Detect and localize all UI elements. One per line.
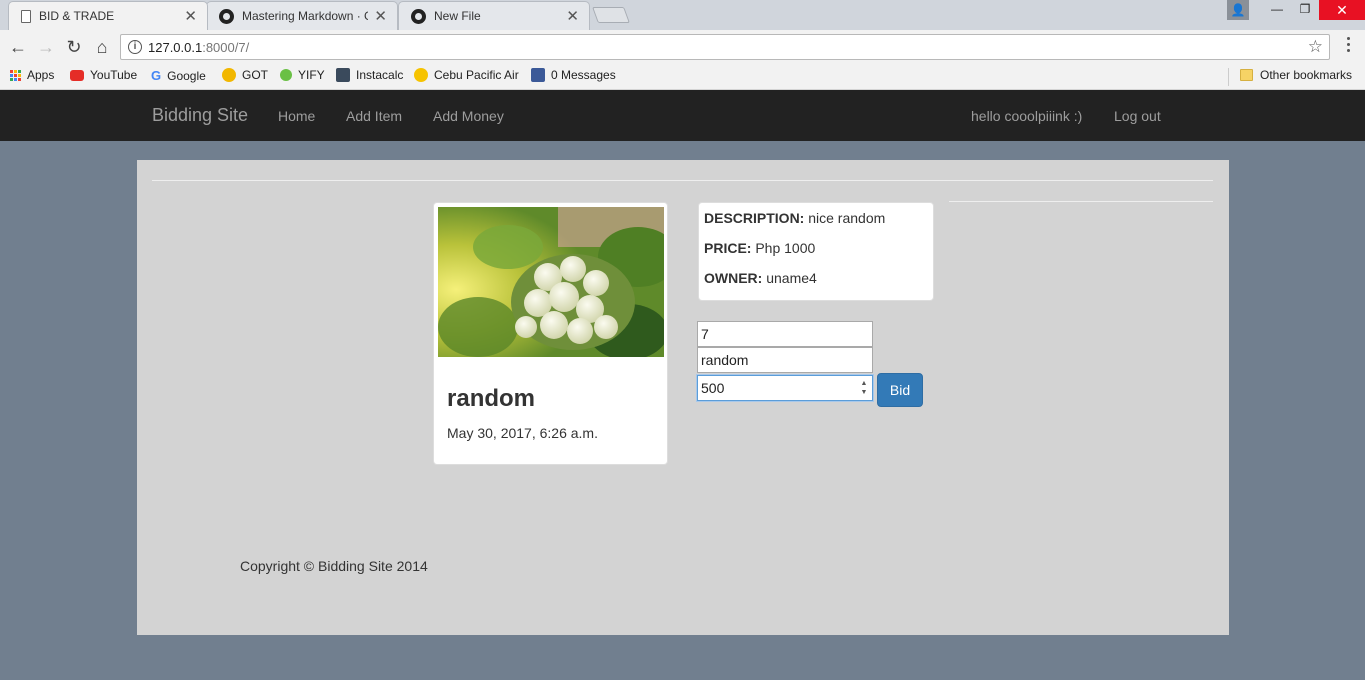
bookmark-yify[interactable]: YIFY (280, 68, 325, 82)
url-path: :8000/7/ (202, 40, 250, 55)
bookmark-label: Apps (27, 68, 55, 82)
owner-label: OWNER: (704, 270, 763, 286)
new-tab-button[interactable] (592, 7, 630, 23)
tab-mastering-markdown[interactable]: Mastering Markdown · G ✕ (206, 1, 398, 30)
browser-tab-strip: BID & TRADE ✕ Mastering Markdown · G ✕ N… (0, 0, 1365, 30)
instacalc-icon (336, 68, 350, 82)
bookmark-label: Google (167, 68, 206, 83)
nav-home[interactable]: Home (278, 108, 315, 124)
folder-icon (1240, 69, 1253, 81)
bookmark-youtube[interactable]: YouTube (70, 68, 137, 82)
description-label: DESCRIPTION: (704, 210, 805, 226)
site-navbar: Bidding Site Home Add Item Add Money hel… (0, 90, 1365, 141)
number-spinner[interactable]: ▲ ▼ (858, 379, 870, 398)
nav-log-out[interactable]: Log out (1114, 108, 1161, 124)
description-value: nice random (808, 210, 886, 226)
nav-add-money[interactable]: Add Money (433, 108, 504, 124)
tab-title: BID & TRADE (39, 9, 115, 23)
price-row: PRICE: Php 1000 (704, 240, 815, 256)
brand-link[interactable]: Bidding Site (152, 105, 248, 126)
bookmark-label: YouTube (90, 68, 138, 82)
bid-button[interactable]: Bid (877, 373, 923, 407)
forward-arrow-icon[interactable]: → (35, 36, 57, 58)
bid-amount-value: 500 (701, 380, 725, 396)
bid-amount-field[interactable]: 500 ▲ ▼ (697, 375, 873, 401)
bookmark-label: Instacalc (356, 68, 404, 82)
google-icon: G (151, 68, 162, 83)
item-details-card: DESCRIPTION: nice random PRICE: Php 1000… (698, 202, 934, 301)
nav-add-item[interactable]: Add Item (346, 108, 402, 124)
yify-icon (280, 69, 292, 81)
item-name-field[interactable]: random (697, 347, 873, 373)
bookmark-label: GOT (242, 68, 268, 82)
browser-toolbar: ← → ↻ ⌂ i 127.0.0.1:8000/7/ ☆ (0, 30, 1365, 64)
divider (949, 201, 1213, 202)
url-host: 127.0.0.1 (148, 40, 203, 55)
close-icon[interactable]: ✕ (184, 7, 197, 25)
divider (152, 180, 1213, 181)
footer-copyright: Copyright © Bidding Site 2014 (240, 558, 428, 574)
bookmark-facebook[interactable]: 0 Messages (531, 68, 616, 82)
item-date: May 30, 2017, 6:26 a.m. (447, 425, 598, 441)
bookmark-apps[interactable]: Apps (10, 68, 54, 82)
user-greeting: hello cooolpiiink :) (971, 108, 1083, 124)
facebook-icon (531, 68, 545, 82)
bookmark-instacalc[interactable]: Instacalc (336, 68, 403, 82)
item-id-field[interactable]: 7 (697, 321, 873, 347)
item-card: random May 30, 2017, 6:26 a.m. (433, 202, 668, 465)
minimize-button[interactable]: — (1263, 0, 1291, 20)
youtube-icon (70, 69, 84, 81)
window-close-button[interactable]: ✕ (1319, 0, 1365, 20)
restore-button[interactable]: ❐ (1291, 0, 1319, 20)
document-icon (21, 9, 31, 23)
content-panel: random May 30, 2017, 6:26 a.m. DESCRIPTI… (137, 160, 1229, 635)
close-icon[interactable]: ✕ (566, 7, 579, 25)
bookmarks-bar: Apps YouTube G Google GOT YIFY Instacalc… (0, 64, 1365, 90)
got-icon (222, 68, 236, 82)
item-image (438, 207, 664, 357)
tab-title: Mastering Markdown · G (242, 9, 369, 23)
owner-row: OWNER: uname4 (704, 270, 817, 286)
home-icon[interactable]: ⌂ (91, 36, 113, 58)
reload-icon[interactable]: ↻ (63, 36, 85, 58)
bookmark-star-icon[interactable]: ☆ (1308, 37, 1323, 57)
bookmark-label: YIFY (298, 68, 325, 82)
window-controls: 👤 — ❐ ✕ (1227, 0, 1365, 20)
info-icon[interactable]: i (128, 40, 142, 54)
cebu-pacific-icon (414, 68, 428, 82)
bookmark-google[interactable]: G Google (151, 68, 206, 83)
owner-value: uname4 (766, 270, 817, 286)
bookmark-label: Cebu Pacific Air (434, 68, 519, 82)
bookmark-label: 0 Messages (551, 68, 616, 82)
other-bookmarks-label: Other bookmarks (1260, 68, 1353, 82)
back-arrow-icon[interactable]: ← (7, 36, 29, 58)
other-bookmarks[interactable]: Other bookmarks (1240, 68, 1352, 82)
tab-new-file[interactable]: New File ✕ (398, 1, 590, 30)
github-icon (219, 8, 234, 24)
url-text[interactable]: 127.0.0.1:8000/7/ (148, 40, 249, 55)
item-title: random (447, 385, 536, 412)
bookmark-got[interactable]: GOT (222, 68, 268, 82)
github-icon (411, 8, 426, 24)
price-label: PRICE: (704, 240, 752, 256)
apps-grid-icon (10, 69, 21, 81)
description-row: DESCRIPTION: nice random (704, 210, 885, 226)
bookmark-cebu-pacific[interactable]: Cebu Pacific Air (414, 68, 519, 82)
tab-title: New File (434, 9, 481, 23)
close-icon[interactable]: ✕ (374, 7, 387, 25)
address-bar[interactable]: i 127.0.0.1:8000/7/ ☆ (120, 34, 1330, 60)
user-profile-icon[interactable]: 👤 (1227, 0, 1249, 20)
tab-bid-and-trade[interactable]: BID & TRADE ✕ (8, 1, 208, 30)
price-value: Php 1000 (755, 240, 816, 256)
bookmarks-divider (1228, 68, 1229, 86)
browser-menu-icon[interactable] (1347, 37, 1351, 55)
